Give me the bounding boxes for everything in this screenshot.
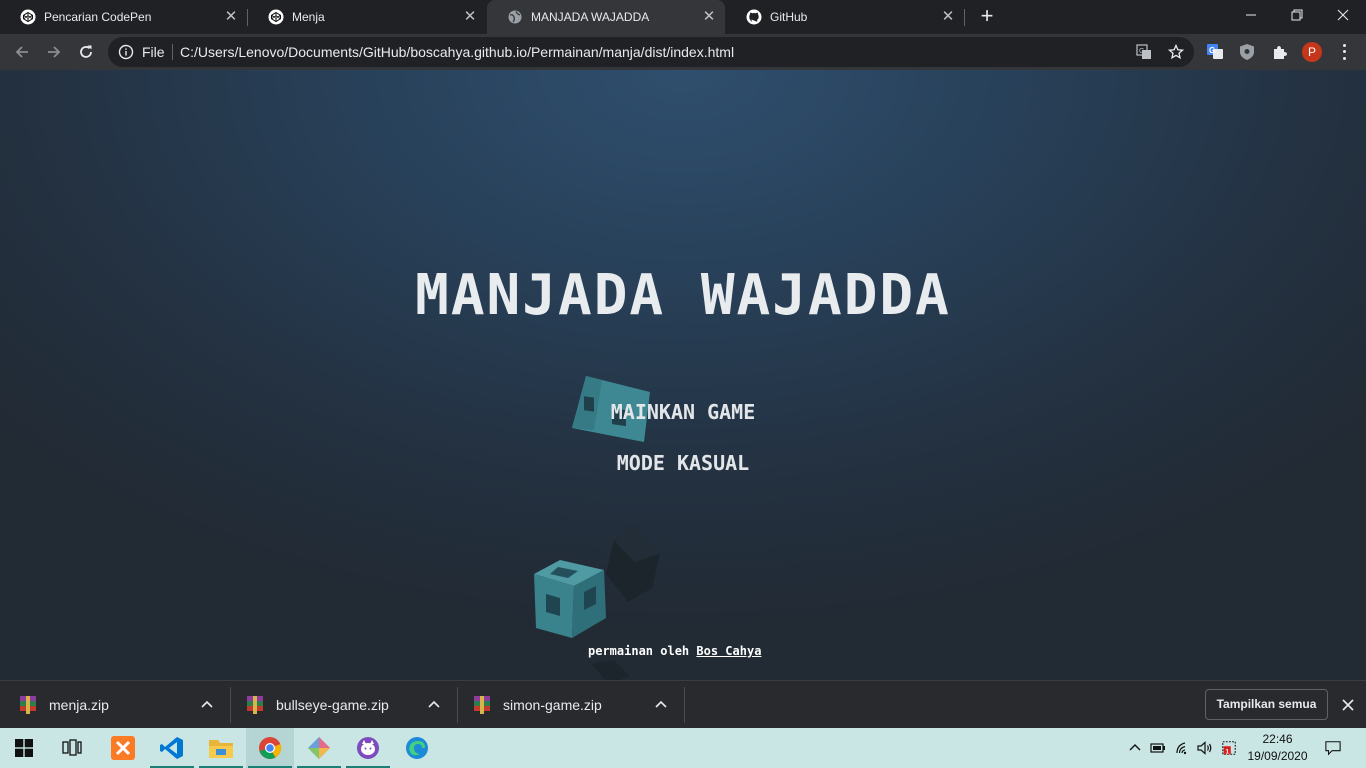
forward-button[interactable]: [41, 39, 67, 65]
address-divider: [172, 44, 173, 60]
url-text[interactable]: C:/Users/Lenovo/Documents/GitHub/boscahy…: [180, 44, 734, 60]
author-link[interactable]: Bos Cahya: [696, 644, 761, 658]
chevron-up-icon[interactable]: [427, 697, 441, 711]
xampp-icon: [111, 736, 135, 760]
shield-extension-icon[interactable]: [1238, 43, 1256, 61]
floating-cube-dark: [592, 660, 630, 680]
chevron-up-icon[interactable]: [654, 697, 668, 711]
github-icon: [746, 9, 762, 25]
action-center-icon[interactable]: [1325, 740, 1341, 756]
restore-button[interactable]: [1274, 0, 1320, 30]
translate-icon[interactable]: G: [1136, 44, 1152, 60]
info-icon[interactable]: [118, 44, 134, 60]
credit-prefix: permainan oleh: [588, 644, 690, 658]
browser-toolbar: File C:/Users/Lenovo/Documents/GitHub/bo…: [0, 34, 1366, 70]
zip-file-icon: [474, 696, 490, 714]
windows-logo-icon: [15, 739, 33, 757]
tab-divider: [964, 9, 965, 26]
tab-strip: Pencarian CodePen ✕ Menja ✕ MANJADA WAJA…: [0, 0, 1366, 34]
download-filename: simon-game.zip: [503, 697, 602, 713]
task-view-icon: [62, 739, 82, 756]
tab-manjada-wajadda[interactable]: MANJADA WAJADDA ✕: [487, 0, 725, 34]
wifi-icon[interactable]: [1175, 740, 1191, 756]
edge-app[interactable]: [393, 728, 441, 768]
chevron-up-icon[interactable]: [1127, 740, 1143, 756]
tab-title: Menja: [292, 10, 325, 24]
download-filename: menja.zip: [49, 697, 109, 713]
close-tab-icon[interactable]: ✕: [462, 9, 478, 25]
tab-menja[interactable]: Menja ✕: [248, 0, 486, 34]
close-tab-icon[interactable]: ✕: [701, 9, 717, 25]
sourcetree-app[interactable]: [295, 728, 343, 768]
scheme-label: File: [142, 44, 165, 60]
chevron-up-icon[interactable]: [200, 697, 214, 711]
close-window-button[interactable]: [1320, 0, 1366, 30]
tab-github[interactable]: GitHub ✕: [726, 0, 964, 34]
download-filename: bullseye-game.zip: [276, 697, 389, 713]
show-all-downloads-button[interactable]: Tampilkan semua: [1205, 689, 1328, 720]
svg-text:G: G: [1209, 46, 1215, 55]
volume-icon[interactable]: [1197, 740, 1213, 756]
download-item[interactable]: bullseye-game.zip: [227, 681, 457, 729]
purple-cat-app[interactable]: [344, 728, 392, 768]
tab-title: MANJADA WAJADDA: [531, 10, 650, 24]
chrome-icon: [259, 737, 282, 759]
svg-text:G: G: [1139, 48, 1144, 55]
task-view-button[interactable]: [48, 728, 96, 768]
notification-badge: 1: [1225, 748, 1229, 755]
file-explorer-app[interactable]: [197, 728, 245, 768]
floating-cube-dark: [606, 524, 660, 602]
reload-button[interactable]: [73, 39, 99, 65]
cat-icon: [357, 737, 379, 759]
bookmark-star-icon[interactable]: [1168, 44, 1184, 60]
folder-icon: [209, 740, 233, 758]
tab-pencarian-codepen[interactable]: Pencarian CodePen ✕: [0, 0, 247, 34]
edge-icon: [406, 737, 428, 759]
browser-menu-icon[interactable]: [1336, 42, 1352, 62]
start-button[interactable]: [0, 728, 48, 768]
colorful-diamond-icon: [308, 737, 330, 759]
download-bar: menja.zip bullseye-game.zip simon-game.z…: [0, 680, 1366, 728]
new-tab-button[interactable]: +: [976, 5, 998, 28]
profile-avatar[interactable]: P: [1302, 42, 1322, 62]
windows-taskbar: 1 22:46 19/09/2020: [0, 728, 1366, 768]
google-translate-extension-icon[interactable]: G: [1206, 43, 1224, 61]
clock-time: 22:46: [1262, 732, 1293, 746]
game-title: MANJADA WAJADDA: [415, 263, 951, 328]
extensions-puzzle-icon[interactable]: [1271, 43, 1289, 61]
back-button[interactable]: [9, 39, 35, 65]
close-tab-icon[interactable]: ✕: [223, 9, 239, 25]
floating-cube: [534, 560, 606, 638]
address-bar[interactable]: File C:/Users/Lenovo/Documents/GitHub/bo…: [108, 37, 1194, 67]
codepen-icon: [20, 9, 36, 25]
tab-title: Pencarian CodePen: [44, 10, 152, 24]
security-app-icon[interactable]: 1: [1221, 740, 1237, 756]
download-item[interactable]: simon-game.zip: [454, 681, 684, 729]
close-download-bar-icon[interactable]: [1340, 697, 1356, 713]
credit-line: permainan oleh Bos Cahya: [588, 644, 761, 658]
vscode-icon: [160, 737, 183, 759]
zip-file-icon: [20, 696, 36, 714]
game-page: MANJADA WAJADDA MAINKAN GAME MODE KASUAL…: [0, 70, 1366, 680]
play-game-button[interactable]: MAINKAN GAME: [0, 400, 1366, 424]
system-clock[interactable]: 22:46 19/09/2020: [1240, 731, 1315, 765]
casual-mode-button[interactable]: MODE KASUAL: [0, 451, 1366, 475]
tab-title: GitHub: [770, 10, 808, 24]
xampp-app[interactable]: [99, 728, 147, 768]
vscode-app[interactable]: [148, 728, 196, 768]
codepen-icon: [268, 9, 284, 25]
minimize-button[interactable]: [1228, 0, 1274, 30]
battery-icon[interactable]: [1150, 740, 1166, 756]
download-item[interactable]: menja.zip: [0, 681, 230, 729]
download-divider: [684, 687, 685, 723]
clock-date: 19/09/2020: [1247, 749, 1308, 763]
chrome-app[interactable]: [246, 728, 294, 768]
zip-file-icon: [247, 696, 263, 714]
globe-icon: [507, 9, 523, 25]
close-tab-icon[interactable]: ✕: [940, 9, 956, 25]
